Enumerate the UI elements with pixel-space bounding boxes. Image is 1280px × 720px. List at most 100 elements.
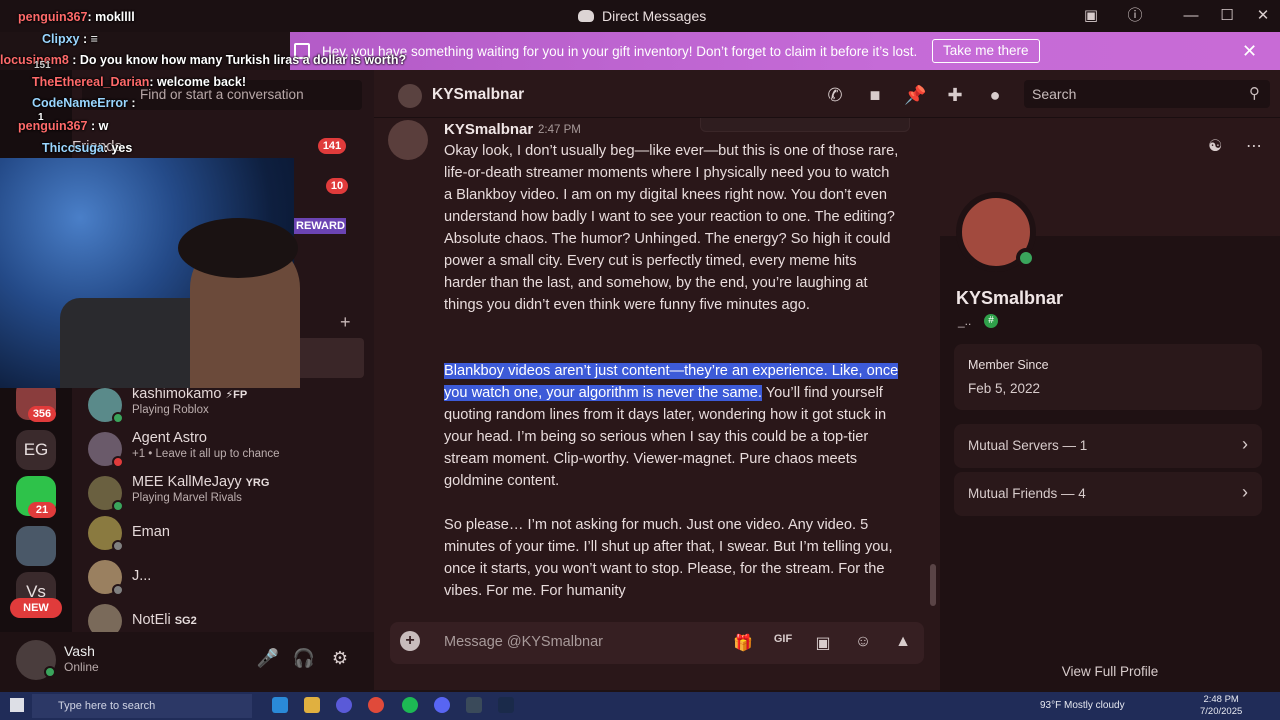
- file-explorer-icon[interactable]: [304, 697, 320, 713]
- add-friends-icon[interactable]: ✚: [944, 84, 966, 106]
- close-icon[interactable]: ✕: [1242, 41, 1257, 62]
- unread-badge: 10: [326, 178, 348, 194]
- dm-name: NotEli SG2: [132, 612, 197, 628]
- video-call-icon[interactable]: ■: [864, 84, 886, 106]
- dm-item[interactable]: Agent Astro +1 • Leave it all up to chan…: [84, 428, 364, 472]
- discord-logo-icon: [578, 10, 594, 22]
- stream-chat-line: locusinem8 : Do you know how many Turkis…: [0, 53, 407, 67]
- profile-name: KYSmalbnar: [956, 288, 1064, 308]
- voice-call-icon[interactable]: ✆: [824, 84, 846, 106]
- add-friend-icon[interactable]: ☯: [1208, 136, 1222, 156]
- mutual-servers-label: Mutual Servers — 1: [968, 438, 1088, 453]
- recipient-name: KYSmalbnar: [432, 86, 525, 103]
- stream-chat-line: CodeNameError :: [32, 96, 136, 110]
- scrollbar[interactable]: [930, 564, 936, 606]
- headphones-icon[interactable]: 🎧: [292, 648, 316, 672]
- avatar: [398, 84, 422, 108]
- mutual-servers-row[interactable]: Mutual Servers — 1 ›: [954, 424, 1262, 468]
- window-title-text: Direct Messages: [602, 8, 707, 24]
- dm-item[interactable]: MEE KallMeJayy YRG Playing Marvel Rivals: [84, 472, 364, 516]
- dm-name: J...: [132, 568, 152, 584]
- create-dm-icon[interactable]: +: [340, 312, 351, 333]
- stream-chat-line: penguin367 : w: [18, 119, 109, 133]
- user-name: Vash: [64, 643, 95, 659]
- stream-count: 151: [34, 60, 51, 71]
- server-badge: 356: [28, 406, 56, 422]
- selected-dm-row[interactable]: [294, 338, 364, 378]
- inbox-icon[interactable]: ▣: [1080, 6, 1102, 26]
- dm-name: kashimokamo ⚡FP: [132, 386, 248, 402]
- user-panel: Vash Online 🎤 🎧 ⚙: [0, 632, 374, 690]
- close-window-button[interactable]: ✕: [1252, 6, 1274, 26]
- gif-icon[interactable]: GIF: [772, 633, 794, 653]
- more-options-icon[interactable]: ⋯: [1246, 136, 1262, 156]
- chrome-icon[interactable]: [368, 697, 384, 713]
- server-icon[interactable]: [16, 526, 56, 566]
- message-composer: + Message @KYSmalbnar 🎁 GIF ▣ ☺ ▲: [374, 608, 940, 690]
- emoji-icon[interactable]: ☺: [852, 633, 874, 653]
- weather-status[interactable]: 93°F Mostly cloudy: [1040, 700, 1125, 711]
- stream-chat-line: Thiccsuga: yes: [42, 141, 133, 155]
- message-timestamp: 2:47 PM: [538, 124, 581, 136]
- message-paragraph: Okay look, I don’t usually beg—like ever…: [444, 143, 899, 313]
- spotify-icon[interactable]: [402, 697, 418, 713]
- server-icon[interactable]: EG: [16, 430, 56, 470]
- edge-icon[interactable]: [272, 697, 288, 713]
- steam-icon[interactable]: [498, 697, 514, 713]
- clock-time: 2:48 PM: [1203, 694, 1239, 705]
- dm-name: MEE KallMeJayy YRG: [132, 474, 270, 490]
- gift-icon[interactable]: 🎁: [732, 633, 754, 653]
- mutual-friends-row[interactable]: Mutual Friends — 4 ›: [954, 472, 1262, 516]
- message-list: KYSmalbnar 2:47 PM Okay look, I don’t us…: [374, 118, 940, 608]
- stream-chat-line: penguin367: mokllll: [18, 10, 135, 24]
- stream-chat-line: TheEthereal_Darian: welcome back!: [32, 75, 246, 89]
- window-title: Direct Messages: [578, 8, 706, 24]
- dm-activity: Playing Marvel Rivals: [132, 492, 242, 504]
- maximize-button[interactable]: ☐: [1216, 6, 1238, 26]
- help-icon[interactable]: ⓘ: [1124, 6, 1146, 26]
- clock-date: 7/20/2025: [1200, 706, 1243, 717]
- title-bar: Direct Messages ▣ ⓘ — ☐ ✕: [0, 0, 1280, 32]
- take-me-there-button[interactable]: Take me there: [932, 39, 1040, 63]
- taskbar: Type here to search 93°F Mostly cloudy 2…: [0, 692, 1280, 720]
- taskbar-clock[interactable]: 2:48 PM 7/20/2025: [1200, 694, 1242, 718]
- search-placeholder: Search: [1032, 86, 1077, 102]
- dm-item[interactable]: J...: [84, 556, 364, 600]
- status-indicator: [112, 500, 124, 512]
- chevron-right-icon: ›: [1242, 482, 1248, 502]
- message-input[interactable]: + Message @KYSmalbnar 🎁 GIF ▣ ☺ ▲: [390, 622, 924, 664]
- server-badge: 21: [28, 502, 56, 518]
- status-indicator: [112, 584, 124, 596]
- status-indicator: [1016, 248, 1036, 268]
- activity-icon[interactable]: ▲: [892, 633, 914, 653]
- sticker-icon[interactable]: ▣: [812, 633, 834, 653]
- status-indicator: [44, 666, 56, 678]
- user-status: Online: [64, 660, 99, 674]
- app-icon[interactable]: [336, 697, 352, 713]
- microphone-icon[interactable]: 🎤: [256, 648, 280, 672]
- app-icon[interactable]: [466, 697, 482, 713]
- reward-badge: REWARD: [294, 218, 346, 234]
- message-actions-bar[interactable]: [700, 118, 910, 132]
- avatar[interactable]: [388, 120, 428, 160]
- gift-banner-text: Hey, you have something waiting for you …: [322, 44, 918, 59]
- search-input[interactable]: Search ⚲: [1024, 80, 1270, 108]
- view-full-profile-link[interactable]: View Full Profile: [940, 664, 1280, 679]
- pin-icon[interactable]: 📌: [904, 84, 926, 106]
- dm-item[interactable]: kashimokamo ⚡FP Playing Roblox: [84, 384, 364, 428]
- minimize-button[interactable]: —: [1180, 6, 1202, 26]
- dm-item[interactable]: Eman: [84, 512, 364, 556]
- discord-taskbar-icon[interactable]: [434, 697, 450, 713]
- taskbar-search-input[interactable]: Type here to search: [32, 694, 252, 718]
- dm-activity: +1 • Leave it all up to chance: [132, 448, 280, 460]
- dm-item[interactable]: NotEli SG2: [84, 600, 364, 632]
- message-paragraph: So please… I’m not asking for much. Just…: [444, 517, 893, 599]
- gear-icon[interactable]: ⚙: [328, 648, 352, 672]
- profile-panel: ☯ ⋯ KYSmalbnar _.. # Member Since Feb 5,…: [940, 118, 1280, 690]
- user-profile-icon[interactable]: ●: [984, 84, 1006, 106]
- upload-icon[interactable]: +: [400, 631, 420, 651]
- search-icon: ⚲: [1249, 85, 1260, 102]
- message-author[interactable]: KYSmalbnar: [444, 121, 533, 138]
- hashtag-icon: #: [984, 314, 998, 328]
- windows-start-icon[interactable]: [10, 698, 24, 712]
